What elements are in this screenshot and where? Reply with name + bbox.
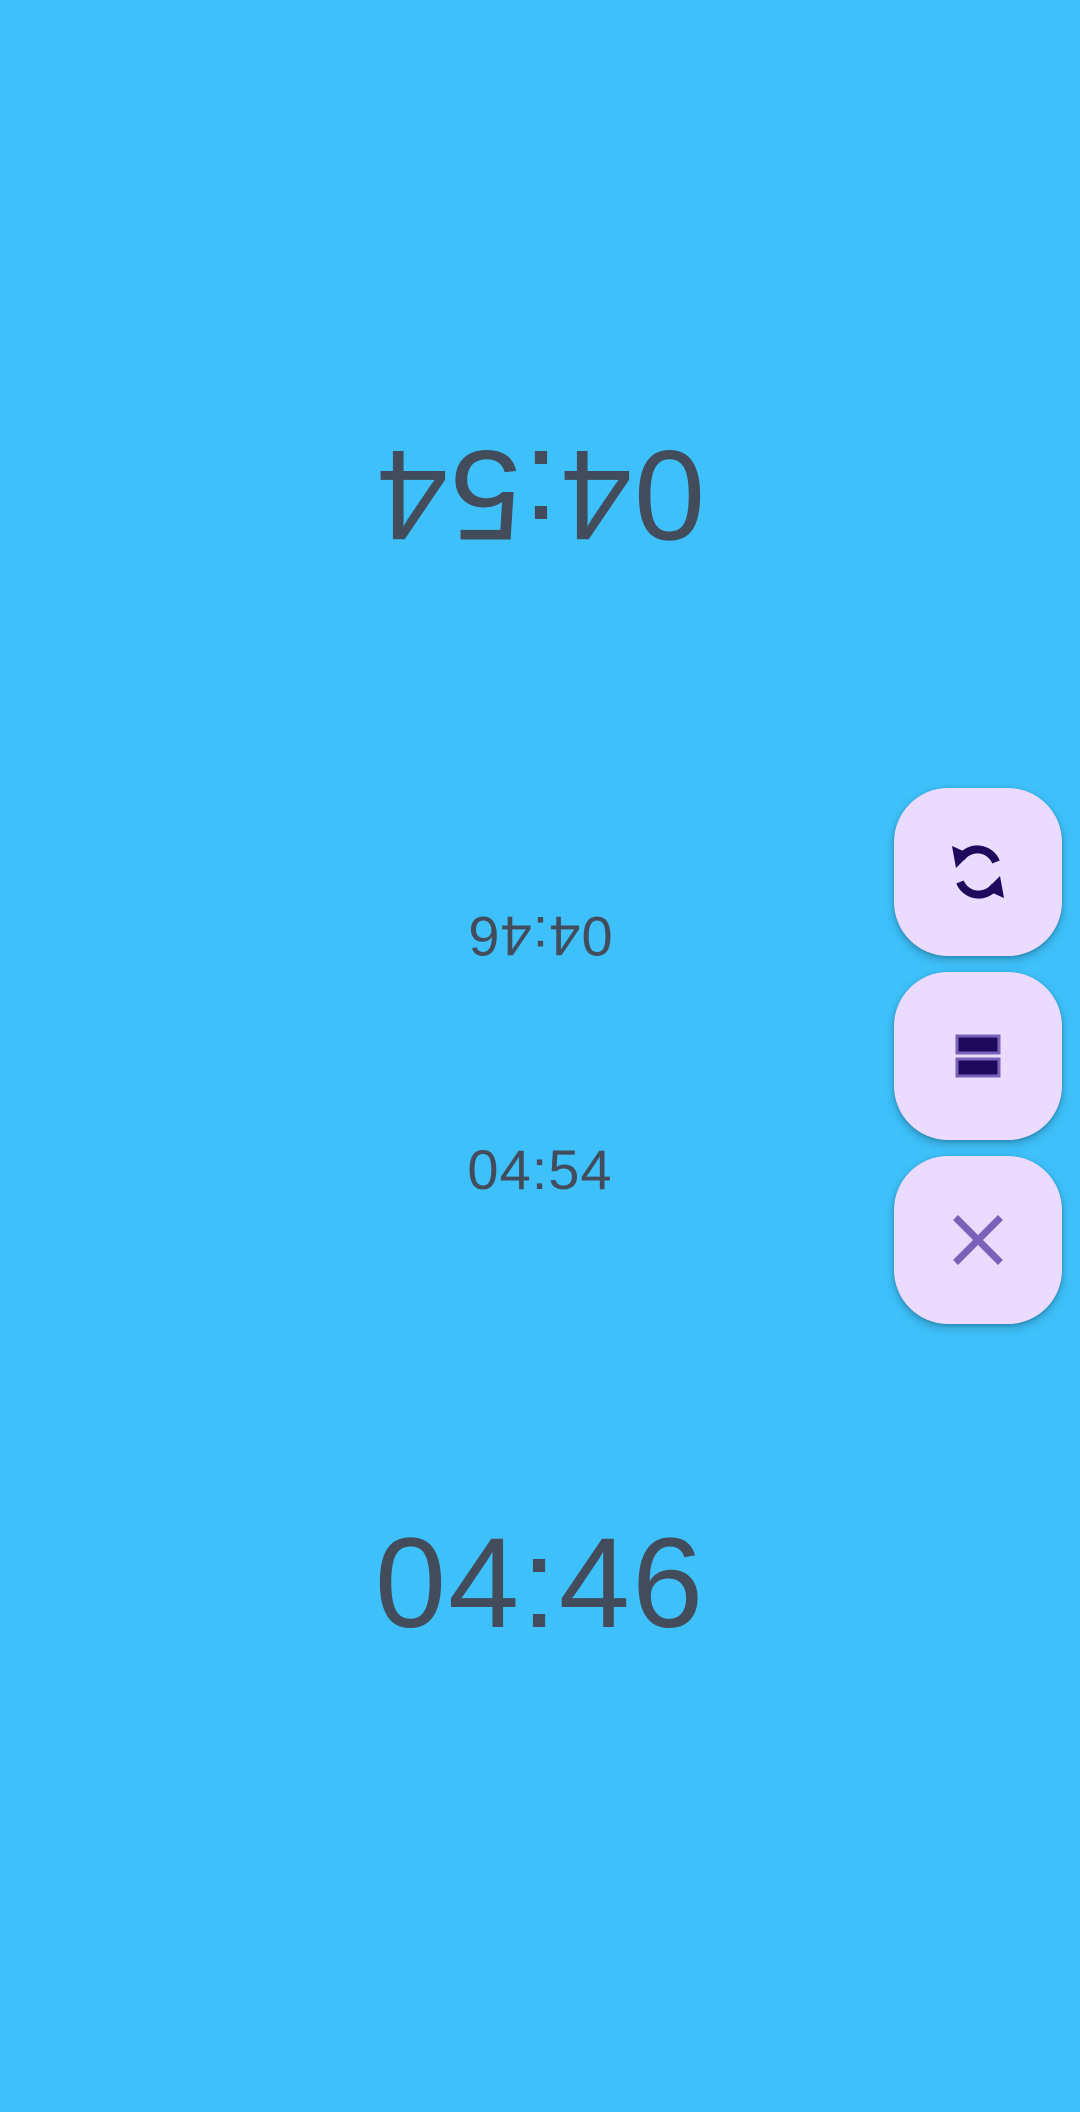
close-button[interactable] <box>894 1156 1062 1324</box>
game-clock-screen[interactable]: 04:54 04:46 04:54 04:46 <box>0 0 1080 2112</box>
close-icon <box>952 1214 1004 1266</box>
rotate-icon <box>946 840 1010 904</box>
rotate-button[interactable] <box>894 788 1062 956</box>
pause-icon <box>954 1032 1002 1080</box>
player-main-timer: 04:46 <box>374 1512 706 1655</box>
opponent-main-timer: 04:54 <box>374 423 706 566</box>
pause-button[interactable] <box>894 972 1062 1140</box>
